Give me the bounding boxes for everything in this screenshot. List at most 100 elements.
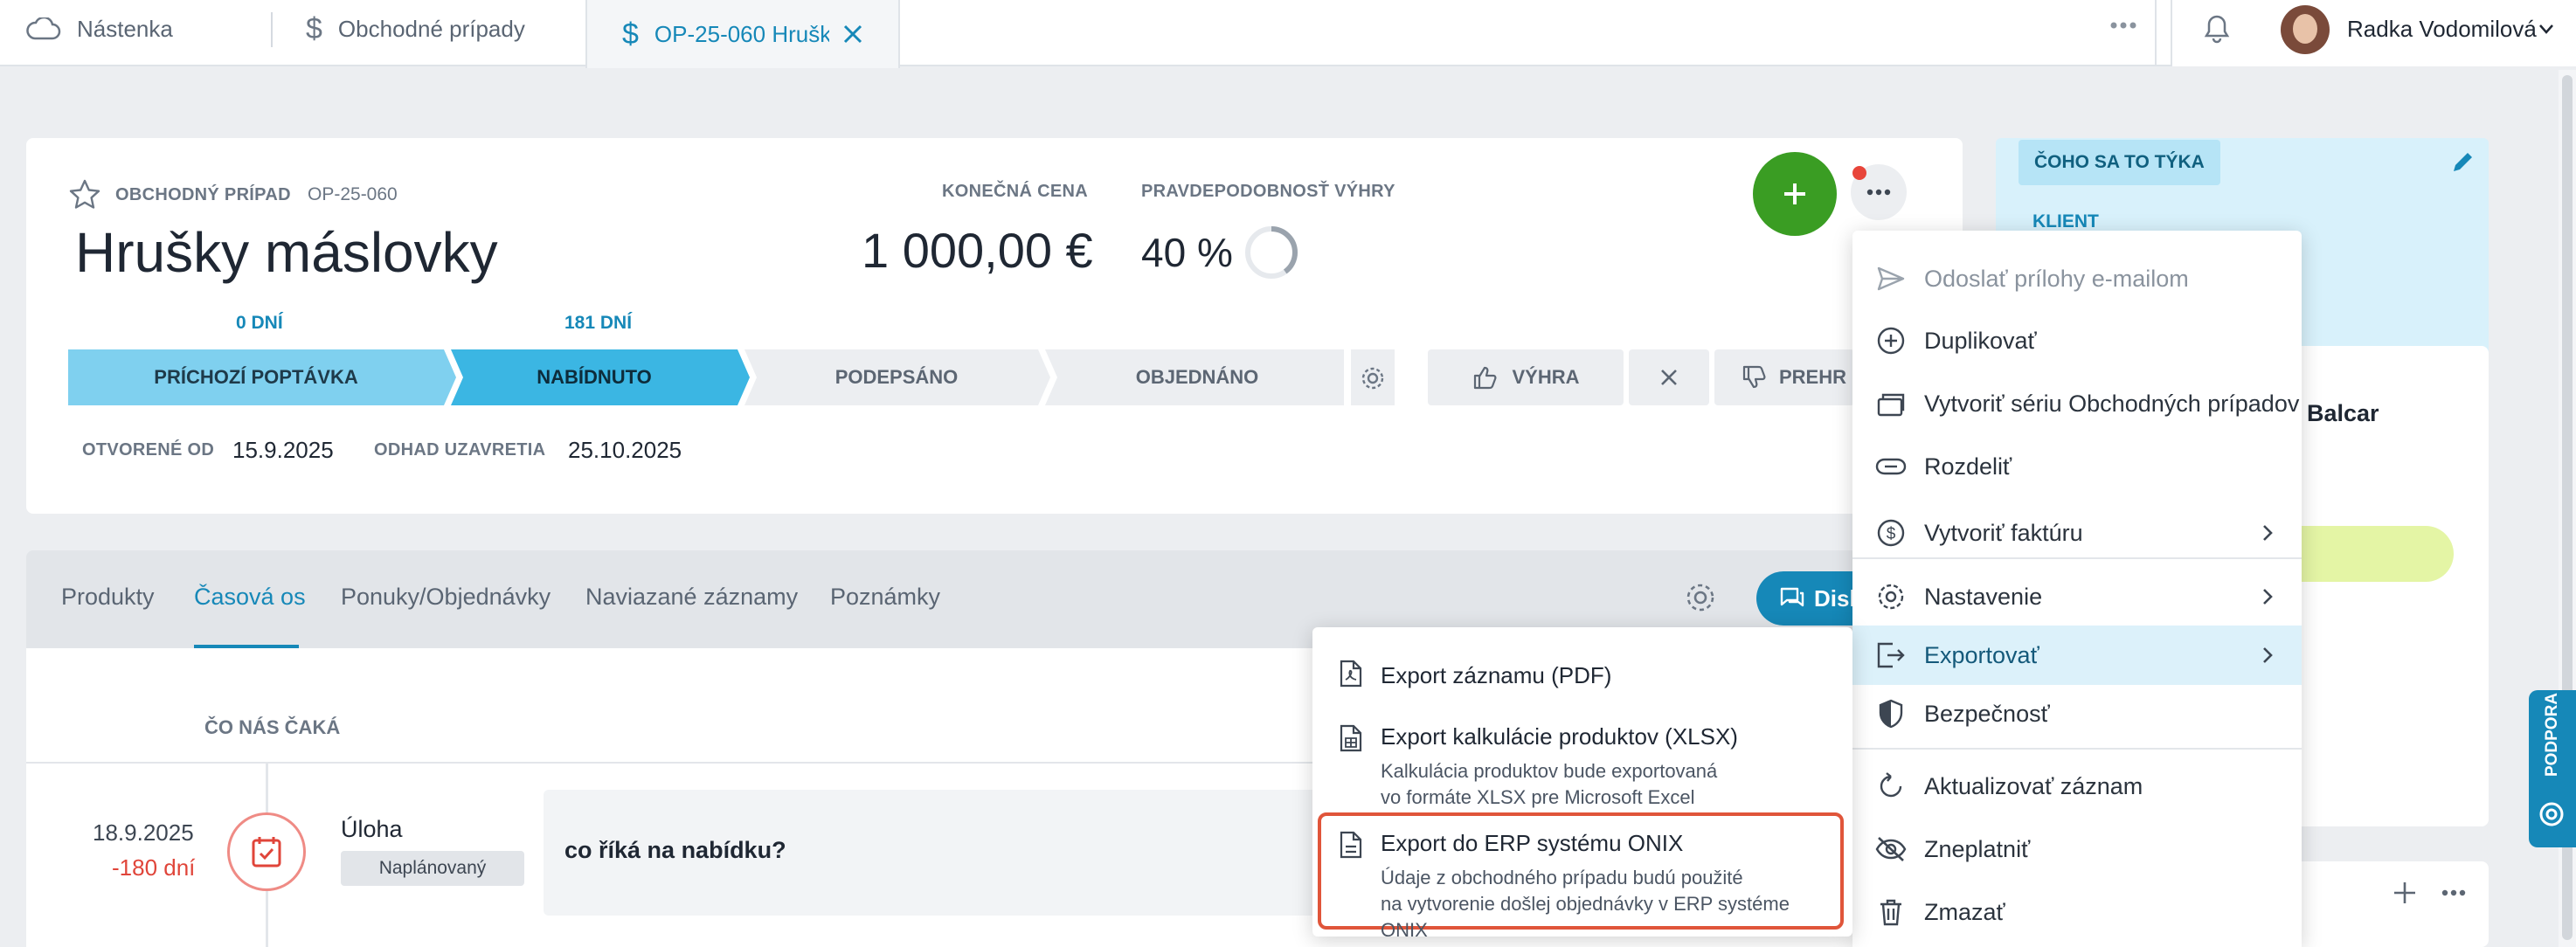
stage-offered[interactable]: NABÍDNUTO — [454, 349, 734, 405]
shield-icon — [1873, 698, 1908, 729]
tab-dashboard[interactable]: Nástenka — [26, 0, 173, 58]
about-heading: ČOHO SA TO TÝKA — [2019, 140, 2220, 185]
lose-label: PREHR — [1779, 366, 1847, 388]
price-value: 1 000,00 € — [862, 223, 1093, 278]
chevron-down-icon[interactable] — [2538, 23, 2555, 35]
chevron-right-icon — [2261, 646, 2274, 665]
export-xlsx-desc: vo formáte XLSX pre Microsoft Excel — [1381, 786, 1695, 808]
chat-icon — [1779, 586, 1805, 611]
close-tab-icon[interactable] — [841, 23, 864, 45]
stage-incoming[interactable]: PRÍCHOZÍ POPTÁVKA — [68, 349, 444, 405]
tab-notes[interactable]: Poznámky — [830, 584, 940, 611]
actions-menu: Odoslať prílohy e-mailom Duplikovať Vytv… — [1852, 231, 2302, 947]
chevron-right-icon — [2261, 587, 2274, 606]
divider — [26, 762, 1319, 764]
stage-signed[interactable]: PODEPSÁNO — [757, 349, 1036, 405]
add-button[interactable] — [1753, 152, 1837, 236]
opened-label: OTVORENÉ OD — [82, 440, 215, 460]
pipeline-settings-icon[interactable] — [1360, 365, 1386, 391]
send-icon — [1873, 266, 1908, 292]
tab-offers-orders[interactable]: Ponuky/Objednávky — [341, 584, 551, 611]
export-xlsx-desc: Kalkulácia produktov bude exportovaná — [1381, 760, 1718, 782]
menu-item-settings[interactable]: Nastavenie — [1852, 564, 2302, 629]
export-onix-item[interactable]: Export do ERP systému ONIX Údaje z obcho… — [1318, 812, 1844, 941]
cancel-stage-button[interactable] — [1629, 349, 1709, 405]
bell-icon[interactable] — [2204, 14, 2230, 44]
support-tab[interactable]: PODPORA — [2529, 690, 2576, 847]
support-label: PODPORA — [2543, 692, 2561, 778]
user-name[interactable]: Radka Vodomilová — [2347, 16, 2537, 43]
record-code: OP-25-060 — [308, 184, 398, 204]
document-icon — [1339, 830, 1363, 860]
probability-value: 40 % — [1141, 230, 1233, 275]
menu-item-delete[interactable]: Zmazať — [1852, 881, 2302, 944]
task-overdue-days: -180 dní — [112, 854, 196, 881]
tab-linked-records[interactable]: Naviazané záznamy — [585, 584, 798, 611]
edit-icon[interactable] — [2450, 149, 2476, 175]
menu-item-create-series[interactable]: Vytvoriť sériu Obchodných prípadov — [1852, 372, 2302, 435]
menu-item-duplicate[interactable]: Duplikovať — [1852, 309, 2302, 372]
chevron-right-icon — [2261, 523, 2274, 543]
dollar-icon: $ — [306, 11, 322, 45]
client-label: KLIENT — [2032, 211, 2099, 232]
menu-item-export[interactable]: Exportovať — [1852, 626, 2302, 685]
trash-icon — [1873, 897, 1908, 927]
export-xlsx-title: Export kalkulácie produktov (XLSX) — [1381, 723, 1738, 750]
plus-icon — [1784, 183, 1805, 204]
menu-item-security[interactable]: Bezpečnosť — [1852, 685, 2302, 743]
dollar-icon: $ — [622, 17, 639, 51]
win-button[interactable]: VÝHRA — [1428, 349, 1624, 405]
avatar[interactable] — [2281, 5, 2330, 54]
lose-button[interactable]: PREHR — [1714, 349, 1854, 405]
pdf-file-icon — [1339, 659, 1363, 688]
page-title: Hrušky máslovky — [75, 221, 498, 284]
export-xlsx-item[interactable]: Export kalkulácie produktov (XLSX) Kalku… — [1330, 708, 1837, 816]
tab-current-deal[interactable]: $ OP-25-060 Hrušky — [585, 0, 900, 68]
bar-divider — [2155, 0, 2157, 66]
status-badge: Naplánovaný — [341, 851, 524, 886]
more-icon[interactable] — [2441, 889, 2466, 896]
star-icon[interactable] — [68, 178, 101, 211]
export-icon — [1873, 640, 1908, 670]
tab-deals[interactable]: $ Obchodné prípady — [306, 0, 525, 58]
add-icon[interactable] — [2392, 881, 2417, 905]
task-type: Úloha — [341, 816, 403, 842]
tab-products[interactable]: Produkty — [61, 584, 155, 611]
stage-days-label: 181 DNÍ — [564, 313, 633, 333]
stage-ordered[interactable]: OBJEDNÁNO — [1057, 349, 1337, 405]
panel-settings-icon[interactable] — [1683, 580, 1718, 615]
tab-label: Obchodné prípady — [337, 15, 525, 42]
duplicate-icon — [1873, 325, 1908, 356]
export-submenu: Export záznamu (PDF) Export kalkulácie p… — [1312, 627, 1852, 941]
cloud-icon — [26, 17, 61, 40]
dollar-circle-icon: $ — [1873, 517, 1908, 549]
close-estimate-label: ODHAD UZAVRETIA — [374, 440, 546, 460]
svg-text:$: $ — [1887, 525, 1896, 543]
menu-item-send-attachments[interactable]: Odoslať prílohy e-mailom — [1852, 243, 2302, 315]
export-onix-desc: na vytvorenie došlej objednávky v ERP sy… — [1381, 893, 1790, 941]
notification-dot — [1852, 166, 1866, 180]
task-text: co říká na nabídku? — [564, 837, 786, 863]
eye-off-icon — [1873, 835, 1908, 863]
record-type-label: OBCHODNÝ PRÍPAD — [115, 185, 291, 204]
opened-date: 15.9.2025 — [232, 437, 334, 463]
task-icon — [227, 812, 306, 891]
tab-timeline[interactable]: Časová os — [194, 584, 306, 611]
probability-ring — [1244, 225, 1298, 280]
export-pdf-title: Export záznamu (PDF) — [1381, 662, 1612, 688]
refresh-icon — [1873, 771, 1908, 801]
lifebuoy-icon — [2532, 795, 2571, 833]
export-onix-desc: Údaje z obchodného prípadu budú použité — [1381, 867, 1743, 888]
export-pdf-item[interactable]: Export záznamu (PDF) — [1330, 643, 1837, 704]
tab-divider — [271, 12, 273, 47]
probability-label: PRAVDEPODOBNOSŤ VÝHRY — [1141, 182, 1395, 201]
thumb-up-icon — [1472, 364, 1498, 391]
menu-item-split[interactable]: Rozdeliť — [1852, 435, 2302, 498]
menu-divider — [1852, 557, 2302, 559]
win-label: VÝHRA — [1512, 366, 1580, 388]
more-tabs-icon[interactable] — [2109, 21, 2137, 30]
menu-item-invalidate[interactable]: Zneplatniť — [1852, 818, 2302, 881]
split-icon — [1873, 456, 1908, 477]
menu-item-refresh[interactable]: Aktualizovať záznam — [1852, 755, 2302, 818]
contact-name[interactable]: Balcar — [2307, 400, 2379, 427]
